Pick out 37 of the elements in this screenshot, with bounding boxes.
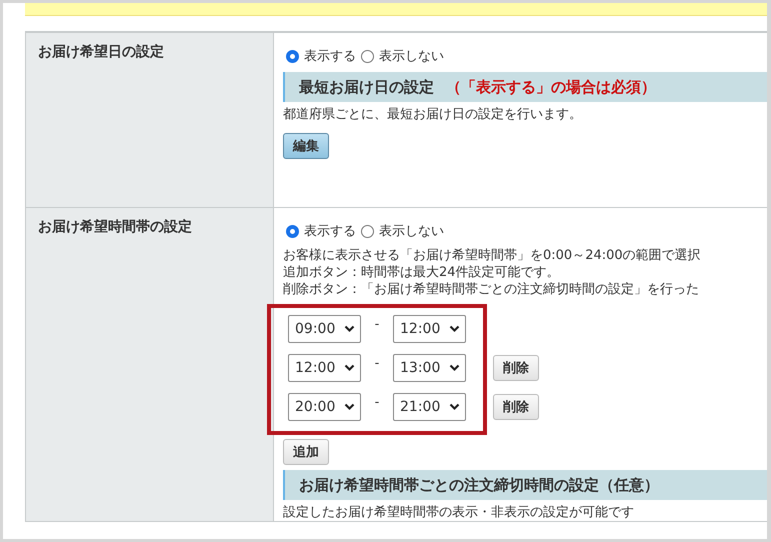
description-text: 都道府県ごとに、最短お届け日の設定を行います。 (283, 106, 583, 123)
range-dash: - (374, 356, 380, 370)
description-text: 削除ボタン：「お届け希望時間帯ごとの注文締切時間の設定」を行った (283, 281, 700, 298)
delete-button[interactable]: 削除 (493, 394, 539, 420)
time-select[interactable]: 09:00 (288, 315, 361, 343)
time-select[interactable]: 12:00 (393, 315, 466, 343)
radio-button[interactable] (361, 50, 374, 62)
radio-label[interactable]: 表示する (304, 222, 356, 240)
chevron-down-icon (449, 403, 460, 411)
radio-label[interactable]: 表示しない (379, 47, 444, 65)
radio-label[interactable]: 表示しない (379, 222, 444, 240)
chevron-down-icon (344, 403, 355, 411)
setting-label: お届け希望時間帯の設定 (38, 218, 193, 236)
required-note: （「表示する」の場合は必須） (446, 78, 656, 96)
range-dash: - (374, 394, 380, 410)
heading-text: 最短お届け日の設定 (299, 78, 434, 96)
range-dash: - (374, 316, 380, 332)
description-text: 追加ボタン：時間帯は最大24件設定可能です。 (283, 264, 561, 281)
time-select[interactable]: 12:00 (288, 354, 361, 382)
radio-button[interactable] (286, 224, 299, 238)
chevron-down-icon (344, 325, 355, 333)
setting-label: お届け希望日の設定 (38, 43, 165, 61)
chevron-down-icon (449, 325, 460, 333)
time-select[interactable]: 20:00 (288, 393, 361, 421)
chevron-down-icon (449, 364, 460, 372)
description-text: お客様に表示させる「お届け希望時間帯」を0:00～24:00の範囲で選択 (283, 247, 702, 264)
add-button[interactable]: 追加 (283, 439, 329, 465)
delete-button[interactable]: 削除 (493, 355, 539, 381)
chevron-down-icon (344, 364, 355, 372)
radio-button[interactable] (361, 224, 374, 238)
time-select[interactable]: 21:00 (393, 393, 466, 421)
time-select[interactable]: 13:00 (393, 354, 466, 382)
radio-label[interactable]: 表示する (304, 47, 356, 65)
heading-text: お届け希望時間帯ごとの注文締切時間の設定（任意） (299, 476, 659, 494)
radio-button[interactable] (286, 50, 299, 62)
edit-button[interactable]: 編集 (283, 133, 329, 159)
description-text: 設定したお届け希望時間帯の表示・非表示の設定が可能です (283, 504, 635, 521)
